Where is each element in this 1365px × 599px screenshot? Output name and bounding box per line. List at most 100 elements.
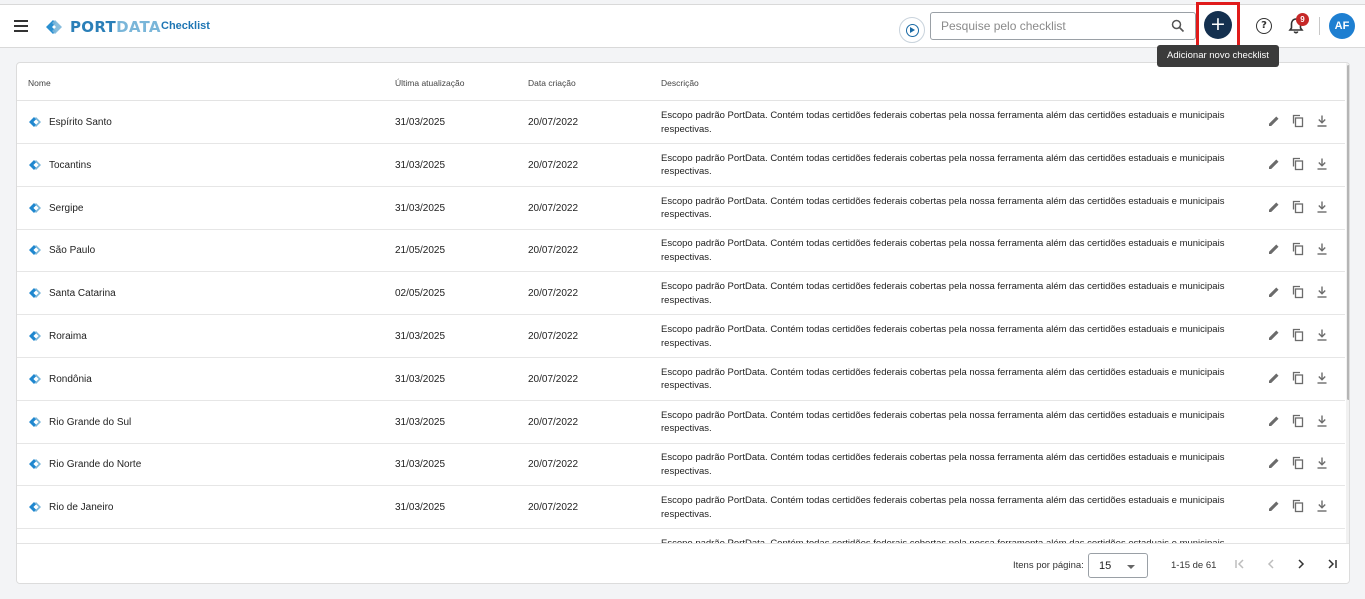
row-description: Escopo padrão PortData. Contém todas cer… [661,238,1225,263]
row-updated-date: 02/05/2025 [395,288,446,300]
avatar[interactable]: AF [1329,13,1355,39]
help-icon[interactable]: ? [1256,18,1272,34]
row-created-date: 20/07/2022 [528,459,579,471]
row-created-date: 20/07/2022 [528,202,579,214]
row-created-date: 20/07/2022 [528,331,579,342]
row-updated-date: 31/03/2025 [395,373,446,385]
row-updated-date: 31/03/2025 [395,416,446,428]
chevron-down-icon [1127,565,1135,569]
copy-icon[interactable] [1291,456,1305,470]
table-row[interactable]: Escopo padrão PortData. Contém todas cer… [17,529,1345,543]
add-checklist-tooltip: Adicionar novo checklist [1157,45,1279,67]
column-header-created[interactable]: Data criação [528,78,576,88]
items-per-page-select[interactable]: 15 [1088,553,1148,578]
previous-page-icon[interactable] [1263,556,1279,572]
row-created-date: 20/07/2022 [528,416,579,428]
top-bar: PORTDATA Checklist + ? 9 AF [0,2,1365,50]
edit-icon[interactable] [1267,285,1281,299]
portdata-logo-icon [29,373,41,384]
edit-icon[interactable] [1267,200,1281,214]
table-row[interactable]: Rio de Janeiro 31/03/2025 20/07/2022 Escopo… [17,486,1345,530]
page-title: Checklist [161,20,210,32]
edit-icon[interactable] [1267,114,1281,128]
search-box [930,12,1196,40]
items-per-page-value: 15 [1099,560,1112,572]
table-row[interactable]: Rondônia 31/03/2025 20/07/2022 Escopo padrã… [17,358,1345,401]
next-page-icon[interactable] [1293,556,1309,572]
download-icon[interactable] [1315,157,1329,171]
edit-icon[interactable] [1267,456,1281,470]
menu-icon[interactable] [12,17,32,35]
last-page-icon[interactable] [1324,556,1340,572]
download-icon[interactable] [1315,114,1329,128]
edit-icon[interactable] [1267,499,1281,513]
row-updated-date: 21/05/2025 [395,245,446,257]
download-icon[interactable] [1315,499,1329,513]
play-tutorial-button[interactable] [899,17,925,43]
copy-icon[interactable] [1291,200,1305,214]
table-row[interactable]: Rio Grande do Sul 31/03/2025 20/07/2022 Esc… [17,401,1345,444]
download-icon[interactable] [1315,456,1329,470]
table-row[interactable]: Rio Grande do Norte 31/03/2025 20/07/2022 E… [17,443,1345,487]
column-header-updated[interactable]: Última atualização [395,78,464,88]
row-description: Escopo padrão PortData. Contém todas cer… [661,324,1225,349]
checklist-card: Nome Última atualização Data criação Des… [16,62,1350,584]
copy-icon[interactable] [1291,242,1305,256]
download-icon[interactable] [1315,200,1329,214]
add-checklist-button[interactable]: + [1204,11,1232,39]
items-per-page-label: Itens por página: [1013,560,1084,571]
table-row[interactable]: Sergipe 31/03/2025 20/07/2022 Escopo padrão… [17,187,1345,230]
play-icon [905,23,919,37]
row-name: Roraima [49,331,87,342]
table-row[interactable]: Espírito Santo 31/03/2025 20/07/2022 Escopo… [17,101,1345,144]
copy-icon[interactable] [1291,414,1305,428]
download-icon[interactable] [1315,242,1329,256]
copy-icon[interactable] [1291,328,1305,342]
header-divider [1319,17,1320,35]
row-description: Escopo padrão PortData. Contém todas cer… [661,366,1225,392]
edit-icon[interactable] [1267,157,1281,171]
table-row[interactable]: Tocantins 31/03/2025 20/07/2022 Escopo padr… [17,144,1345,187]
scroll-thumb[interactable] [1347,65,1349,400]
portdata-logo-icon [29,416,41,427]
table-row[interactable]: São Paulo 21/05/2025 20/07/2022 Escopo padr… [17,229,1345,273]
edit-icon[interactable] [1267,328,1281,342]
paginator: Itens por página: 15 1-15 de 61 [17,543,1349,583]
portdata-logo-icon [29,245,41,256]
row-updated-date: 31/03/2025 [395,117,446,128]
row-created-date: 20/07/2022 [528,502,579,514]
row-name: Sergipe [49,202,84,214]
row-created-date: 20/07/2022 [528,245,579,257]
copy-icon[interactable] [1291,499,1305,513]
edit-icon[interactable] [1267,371,1281,385]
notification-badge: 9 [1296,13,1309,26]
first-page-icon[interactable] [1232,556,1248,572]
download-icon[interactable] [1315,371,1329,385]
portdata-logo-icon [29,502,41,513]
logo-data-text: DATA [116,18,161,36]
column-header-description[interactable]: Descrição [661,78,699,88]
row-updated-date: 31/03/2025 [395,159,446,171]
edit-icon[interactable] [1267,414,1281,428]
table-row[interactable]: Roraima 31/03/2025 20/07/2022 Escopo padrão… [17,315,1345,358]
edit-icon[interactable] [1267,242,1281,256]
table-row[interactable]: Santa Catarina 02/05/2025 20/07/2022 Escopo… [17,272,1345,316]
row-name: Rio Grande do Sul [49,416,132,428]
row-updated-date: 31/03/2025 [395,502,446,514]
copy-icon[interactable] [1291,157,1305,171]
download-icon[interactable] [1315,328,1329,342]
download-icon[interactable] [1315,414,1329,428]
portdata-logo[interactable]: PORTDATA [44,16,161,38]
copy-icon[interactable] [1291,285,1305,299]
copy-icon[interactable] [1291,114,1305,128]
row-created-date: 20/07/2022 [528,159,579,171]
search-icon[interactable] [1171,19,1185,33]
portdata-logo-icon [29,117,41,127]
row-name: Santa Catarina [49,288,116,300]
search-input[interactable] [931,13,1161,39]
download-icon[interactable] [1315,285,1329,299]
row-description: Escopo padrão PortData. Contém todas cer… [661,110,1225,135]
scrollbar[interactable] [1346,63,1349,543]
copy-icon[interactable] [1291,371,1305,385]
column-header-name[interactable]: Nome [28,78,51,88]
